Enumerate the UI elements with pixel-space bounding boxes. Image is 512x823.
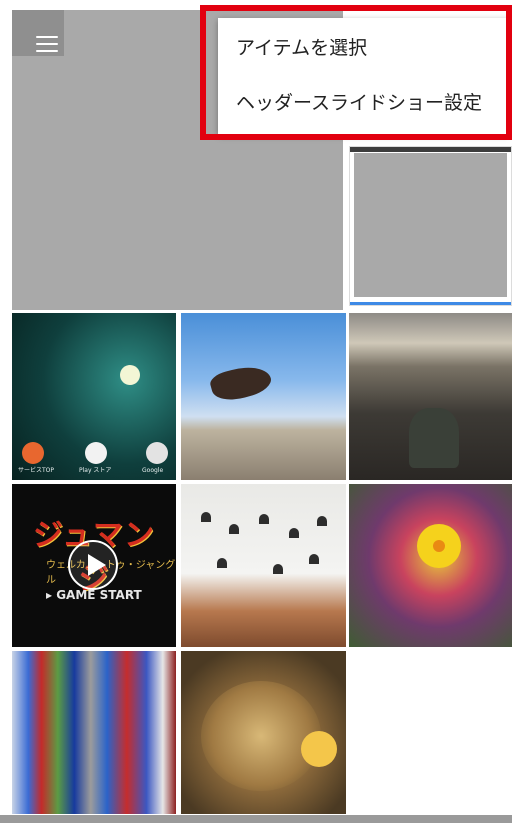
menu-item-select-items[interactable]: アイテムを選択: [218, 23, 508, 73]
slide-placeholder: [354, 153, 507, 297]
photo-tile-colored-lines[interactable]: [12, 651, 176, 814]
screen: サービスTOP Play ストア Google ジュマンジ ウェルカム・トゥ・ジ…: [0, 0, 512, 823]
lamp-icon: [317, 516, 327, 526]
game-start-label: ▸ GAME START: [46, 588, 142, 602]
hamburger-menu-icon[interactable]: [36, 36, 58, 52]
photo-tile-food-dish[interactable]: [181, 651, 346, 814]
lamp-icon: [309, 554, 319, 564]
service-top-app-icon: [22, 442, 44, 464]
lamp-icon: [289, 528, 299, 538]
photo-tile-flower-bouquet[interactable]: [349, 484, 512, 647]
header-slideshow-secondary[interactable]: [349, 146, 512, 306]
lamp-icon: [217, 558, 227, 568]
flower-center: [433, 540, 445, 552]
app-dock: サービスTOP Play ストア Google: [12, 442, 176, 476]
overflow-menu: アイテムを選択 ヘッダースライドショー設定: [218, 18, 508, 134]
lamp-icon: [273, 564, 283, 574]
lamp-icon: [229, 524, 239, 534]
app-label: Google: [142, 467, 164, 474]
photo-tile-statue-sea[interactable]: [349, 313, 512, 480]
lemon-slice: [301, 731, 337, 767]
lamp-icon: [201, 512, 211, 522]
photo-tile-acrobat[interactable]: [181, 313, 346, 480]
play-store-app-icon: [85, 442, 107, 464]
menu-item-header-slideshow-settings[interactable]: ヘッダースライドショー設定: [218, 78, 508, 128]
statue-figure: [409, 408, 459, 468]
play-icon: [88, 554, 106, 576]
slide-top-bar: [350, 147, 511, 152]
app-label: サービスTOP: [18, 467, 55, 474]
bottom-scroll-edge: [0, 815, 512, 823]
photo-tile-pendant-lamps[interactable]: [181, 484, 346, 647]
lamp-icon: [259, 514, 269, 524]
food-plate: [201, 681, 321, 791]
google-app-icon: [146, 442, 168, 464]
video-tile-game[interactable]: ジュマンジ ウェルカム・トゥ・ジャングル ▸ GAME START: [12, 484, 176, 647]
acrobat-figure: [208, 360, 274, 406]
app-label: Play ストア: [79, 467, 112, 474]
photo-tile-android-home[interactable]: サービスTOP Play ストア Google: [12, 313, 176, 480]
bulb-icon: [120, 365, 140, 385]
slide-progress-indicator: [350, 302, 511, 305]
